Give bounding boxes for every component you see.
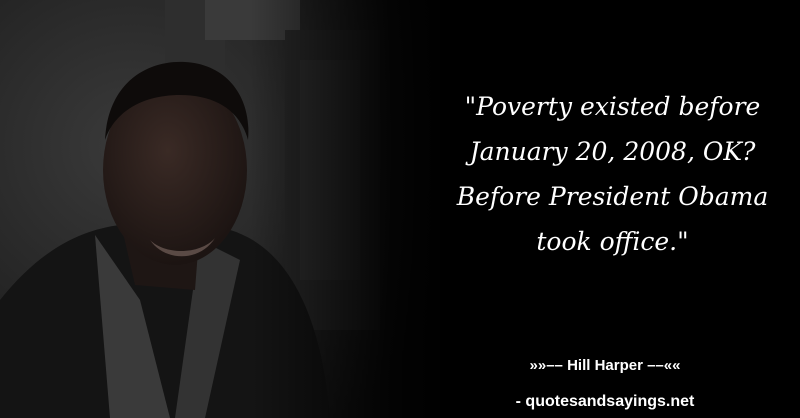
quote-line: January 20, 2008, OK? — [469, 137, 756, 166]
quote-text: "Poverty existed before January 20, 2008… — [415, 84, 800, 264]
quote-line: "Poverty existed before — [464, 92, 761, 121]
quote-author: »»–– Hill Harper ––«« — [529, 357, 681, 374]
quote-line: Before President Obama — [456, 182, 769, 211]
quote-line: took office." — [536, 227, 689, 256]
source-site: - quotesandsayings.net — [515, 393, 695, 410]
quote-card: "Poverty existed before January 20, 2008… — [0, 0, 800, 418]
